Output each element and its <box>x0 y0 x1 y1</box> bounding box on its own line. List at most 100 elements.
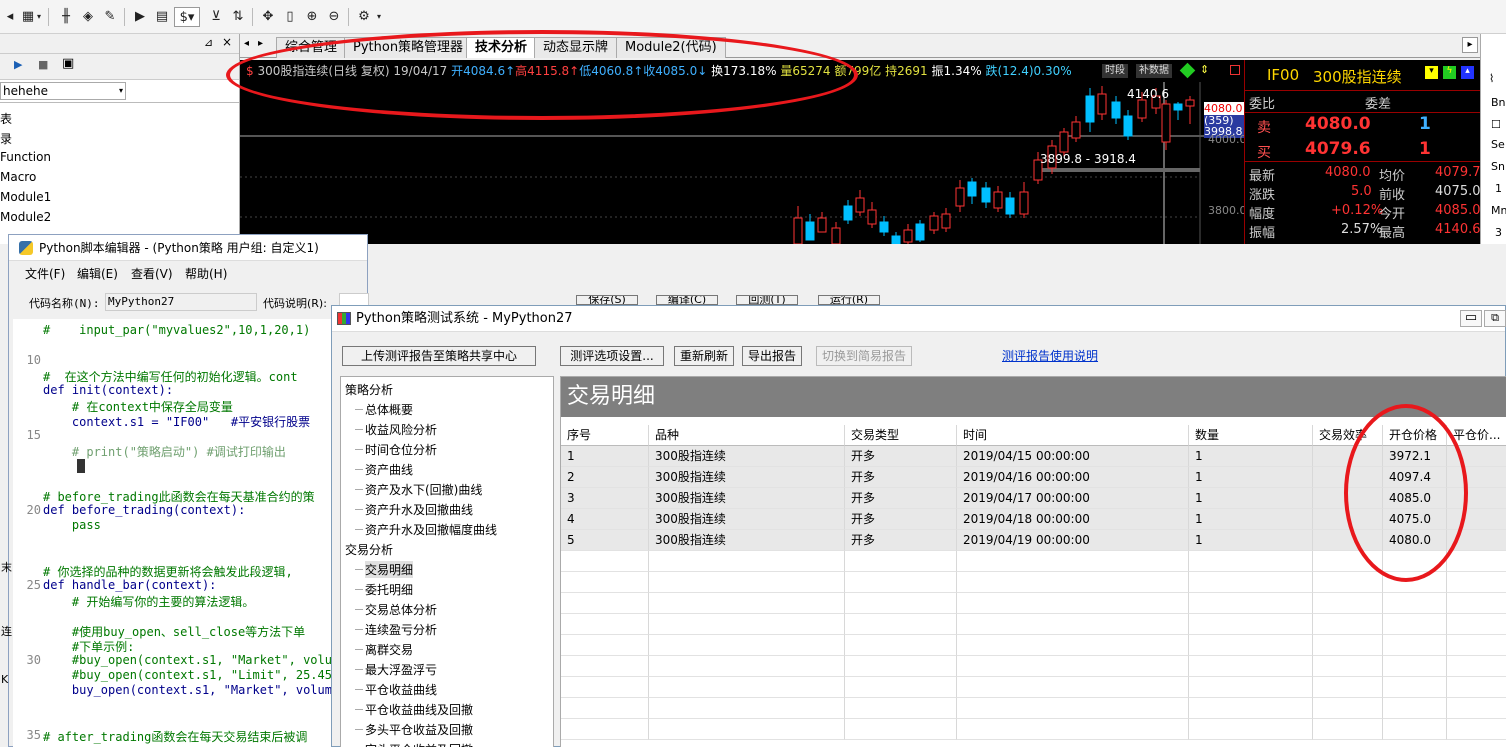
table-cell[interactable] <box>957 572 1189 593</box>
table-cell[interactable] <box>1447 572 1506 593</box>
table-cell[interactable] <box>845 698 957 719</box>
tree-node[interactable]: 资产及水下(回撤)曲线 <box>365 481 482 498</box>
compile-button[interactable]: 编译(C) <box>656 295 718 305</box>
table-cell[interactable]: 2019/04/18 00:00:00 <box>957 509 1189 530</box>
table-cell[interactable] <box>649 635 845 656</box>
table-cell[interactable]: 1 <box>561 446 649 467</box>
zoom-in-icon[interactable]: ⊕ <box>302 7 322 27</box>
upload-report-button[interactable]: 上传测评报告至策略共享中心 <box>342 346 536 366</box>
table-cell[interactable] <box>1447 698 1506 719</box>
tree-node[interactable]: 资产曲线 <box>365 461 413 478</box>
up-icon[interactable]: ▴ <box>1461 66 1474 79</box>
table-cell[interactable] <box>649 677 845 698</box>
candlestick-icon[interactable]: ╫ <box>56 7 76 27</box>
report-help-link[interactable]: 测评报告使用说明 <box>1002 347 1098 364</box>
group-combo[interactable]: hehehe ▾ <box>0 82 126 100</box>
table-cell[interactable] <box>561 719 649 740</box>
table-cell[interactable]: 5 <box>561 530 649 551</box>
period-button[interactable]: 时段 <box>1102 64 1128 78</box>
filter-icon[interactable]: ⊻ <box>206 7 226 27</box>
table-cell[interactable]: 300股指连续 <box>649 488 845 509</box>
table-cell[interactable] <box>957 593 1189 614</box>
properties-icon[interactable]: ▣ <box>62 56 74 71</box>
table-cell[interactable] <box>957 677 1189 698</box>
table-cell[interactable] <box>1383 719 1447 740</box>
tree-node[interactable]: 多头平仓收益及回撤 <box>365 721 473 738</box>
code-name-input[interactable]: MyPython27 <box>105 293 257 311</box>
table-cell[interactable] <box>1313 593 1383 614</box>
table-cell[interactable] <box>1189 656 1313 677</box>
table-cell[interactable] <box>649 719 845 740</box>
tree-item[interactable]: 录 <box>0 130 12 147</box>
export-report-button[interactable]: 导出报告 <box>742 346 802 366</box>
run-button[interactable]: 运行(R) <box>818 295 880 305</box>
table-cell[interactable] <box>649 593 845 614</box>
diamond-icon[interactable]: ◈ <box>78 7 98 27</box>
move-icon[interactable]: ✥ <box>258 7 278 27</box>
table-cell[interactable] <box>845 593 957 614</box>
save-button[interactable]: 保存(S) <box>576 295 638 305</box>
tree-group[interactable]: 交易分析 <box>345 541 393 558</box>
table-cell[interactable] <box>845 551 957 572</box>
table-cell[interactable]: 300股指连续 <box>649 530 845 551</box>
tree-node[interactable]: 离群交易 <box>365 641 413 658</box>
table-cell[interactable] <box>957 698 1189 719</box>
table-cell[interactable] <box>561 593 649 614</box>
dropdown-arrow-icon[interactable]: ▾ <box>374 7 384 27</box>
table-cell[interactable] <box>561 572 649 593</box>
tree-node[interactable]: 最大浮盈浮亏 <box>365 661 437 678</box>
table-cell[interactable]: 2 <box>561 467 649 488</box>
table-cell[interactable]: 2019/04/19 00:00:00 <box>957 530 1189 551</box>
table-cell[interactable] <box>957 614 1189 635</box>
table-cell[interactable] <box>561 635 649 656</box>
tree-node[interactable]: 委托明细 <box>365 581 413 598</box>
table-cell[interactable] <box>957 656 1189 677</box>
table-cell[interactable] <box>561 614 649 635</box>
table-cell[interactable]: 300股指连续 <box>649 509 845 530</box>
table-cell[interactable] <box>1313 635 1383 656</box>
table-cell[interactable] <box>1447 614 1506 635</box>
table-cell[interactable]: 2019/04/15 00:00:00 <box>957 446 1189 467</box>
table-cell[interactable] <box>1313 698 1383 719</box>
tab-scroll-right-icon[interactable]: ▸ <box>258 38 263 49</box>
table-cell[interactable] <box>1383 593 1447 614</box>
close-icon[interactable]: × <box>222 35 232 49</box>
table-cell[interactable] <box>845 677 957 698</box>
table-cell[interactable] <box>649 614 845 635</box>
table-cell[interactable] <box>1383 635 1447 656</box>
table-cell[interactable] <box>649 551 845 572</box>
simple-report-button[interactable]: 切换到简易报告 <box>816 346 912 366</box>
table-cell[interactable] <box>1189 635 1313 656</box>
fill-data-button[interactable]: 补数据 <box>1136 64 1172 78</box>
table-cell[interactable]: 300股指连续 <box>649 446 845 467</box>
table-cell[interactable]: 1 <box>1189 446 1313 467</box>
tree-group[interactable]: 策略分析 <box>345 381 393 398</box>
tree-node[interactable]: 连续盈亏分析 <box>365 621 437 638</box>
table-cell[interactable]: 1 <box>1189 467 1313 488</box>
table-cell[interactable] <box>957 635 1189 656</box>
chevron-down-icon[interactable]: ▾ <box>119 83 123 99</box>
tree-item-function[interactable]: Function <box>0 150 51 164</box>
minimize-icon[interactable]: ▭ <box>1460 310 1482 327</box>
table-cell[interactable] <box>1313 677 1383 698</box>
table-cell[interactable]: 开多 <box>845 509 957 530</box>
table-cell[interactable]: 4 <box>561 509 649 530</box>
tree-item-macro[interactable]: Macro <box>0 170 36 184</box>
arrows-icon[interactable]: ⇕ <box>1200 63 1209 76</box>
table-cell[interactable] <box>561 551 649 572</box>
down-icon[interactable]: ▾ <box>1425 66 1438 79</box>
table-cell[interactable] <box>1189 572 1313 593</box>
table-cell[interactable] <box>649 698 845 719</box>
table-cell[interactable] <box>1189 698 1313 719</box>
table-cell[interactable]: 开多 <box>845 467 957 488</box>
table-cell[interactable] <box>845 719 957 740</box>
pin-icon[interactable]: ⊿ <box>204 36 213 49</box>
table-cell[interactable]: 300股指连续 <box>649 467 845 488</box>
tree-node[interactable]: 时间仓位分析 <box>365 441 437 458</box>
tree-node[interactable]: 总体概要 <box>365 401 413 418</box>
column-header[interactable]: 序号 <box>561 425 649 446</box>
restore-icon[interactable]: ⧉ <box>1484 310 1506 327</box>
table-cell[interactable] <box>1189 551 1313 572</box>
back-arrow-icon[interactable]: ◂ <box>0 7 20 27</box>
tree-node[interactable]: 平仓收益曲线 <box>365 681 437 698</box>
